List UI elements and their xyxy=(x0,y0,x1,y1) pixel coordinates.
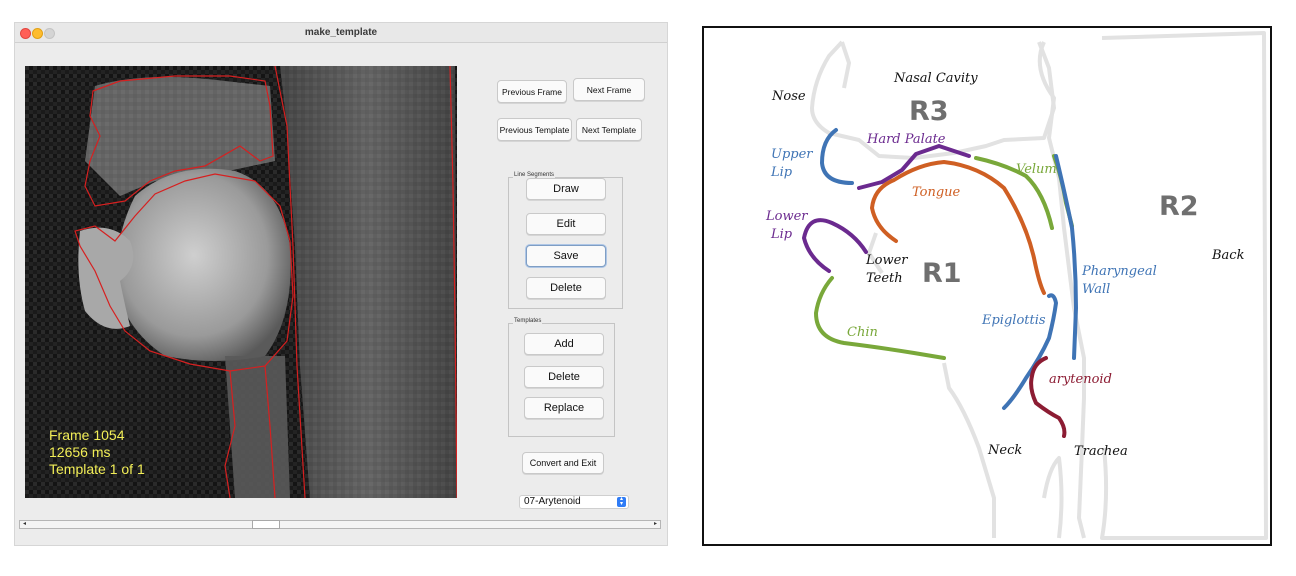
diagram-canvas: R3 R2 R1 Nasal Cavity Nose Lower Teeth B… xyxy=(765,31,1268,540)
title-bar: make_template xyxy=(15,23,667,43)
mri-frame-viewer[interactable]: Frame 1054 12656 ms Template 1 of 1 xyxy=(25,66,457,498)
vocal-tract-diagram: R3 R2 R1 Nasal Cavity Nose Lower Teeth B… xyxy=(702,26,1272,546)
frame-time: 12656 ms xyxy=(49,444,111,460)
epiglottis-label: Epiglottis xyxy=(981,313,1046,328)
add-template-button[interactable]: Add xyxy=(524,333,604,355)
pharyngeal-wall-label-line2: Wall xyxy=(1082,282,1110,297)
region-r1-label: R1 xyxy=(922,258,962,289)
frame-slider[interactable]: ◂ ▸ xyxy=(19,520,661,529)
edit-segment-button[interactable]: Edit xyxy=(526,213,606,235)
segment-select[interactable]: 07-Arytenoid ▴ ▾ xyxy=(519,495,629,509)
back-label: Back xyxy=(1211,248,1245,263)
slider-left-arrow-icon[interactable]: ◂ xyxy=(21,521,28,528)
region-r2-label: R2 xyxy=(1159,191,1199,222)
convert-and-exit-button[interactable]: Convert and Exit xyxy=(522,452,604,474)
upper-lip-label-line2: Lip xyxy=(770,165,793,180)
region-r3-label: R3 xyxy=(909,96,949,127)
segment-select-value: 07-Arytenoid xyxy=(524,496,581,507)
draw-segment-button[interactable]: Draw xyxy=(526,178,606,200)
previous-frame-button[interactable]: Previous Frame xyxy=(497,80,567,103)
tongue-label: Tongue xyxy=(912,185,961,200)
neck-label: Neck xyxy=(987,443,1022,458)
delete-template-button[interactable]: Delete xyxy=(524,366,604,388)
make-template-window: make_template Frame 1054 12656 ms Templa… xyxy=(14,22,668,546)
save-segment-button[interactable]: Save xyxy=(526,245,606,267)
next-frame-button[interactable]: Next Frame xyxy=(573,78,645,101)
hard-palate-label: Hard Palate xyxy=(866,132,946,147)
window-title: make_template xyxy=(304,27,378,38)
lower-teeth-label-line2: Teeth xyxy=(866,271,903,286)
chin-label: Chin xyxy=(847,325,878,340)
delete-segment-button[interactable]: Delete xyxy=(526,277,606,299)
lower-lip-label-line2: Lip xyxy=(770,227,793,242)
next-template-button[interactable]: Next Template xyxy=(576,118,642,141)
velum-label: Velum xyxy=(1016,162,1057,177)
trachea-label: Trachea xyxy=(1074,444,1128,459)
lower-lip-label-line1: Lower xyxy=(765,209,808,224)
upper-lip-label-line1: Upper xyxy=(771,147,813,162)
frame-number: Frame 1054 xyxy=(49,427,125,443)
arytenoid-segment xyxy=(1029,356,1067,438)
template-counter: Template 1 of 1 xyxy=(49,461,145,477)
nasal-cavity-label: Nasal Cavity xyxy=(893,71,978,86)
slider-thumb[interactable] xyxy=(252,520,280,529)
replace-template-button[interactable]: Replace xyxy=(524,397,604,419)
frame-info-overlay: Frame 1054 12656 ms Template 1 of 1 xyxy=(49,427,145,478)
lower-teeth-label-line1: Lower xyxy=(865,253,908,268)
templates-group-label: Templates xyxy=(513,318,543,324)
chin-segment xyxy=(814,276,946,360)
lower-lip-segment xyxy=(802,218,868,273)
pharyngeal-wall-label-line1: Pharyngeal xyxy=(1081,264,1157,279)
previous-template-button[interactable]: Previous Template xyxy=(497,118,572,141)
nose-label: Nose xyxy=(771,89,806,104)
arytenoid-label: arytenoid xyxy=(1049,372,1112,387)
chevron-updown-icon: ▴ ▾ xyxy=(617,496,626,507)
slider-right-arrow-icon[interactable]: ▸ xyxy=(652,521,659,528)
